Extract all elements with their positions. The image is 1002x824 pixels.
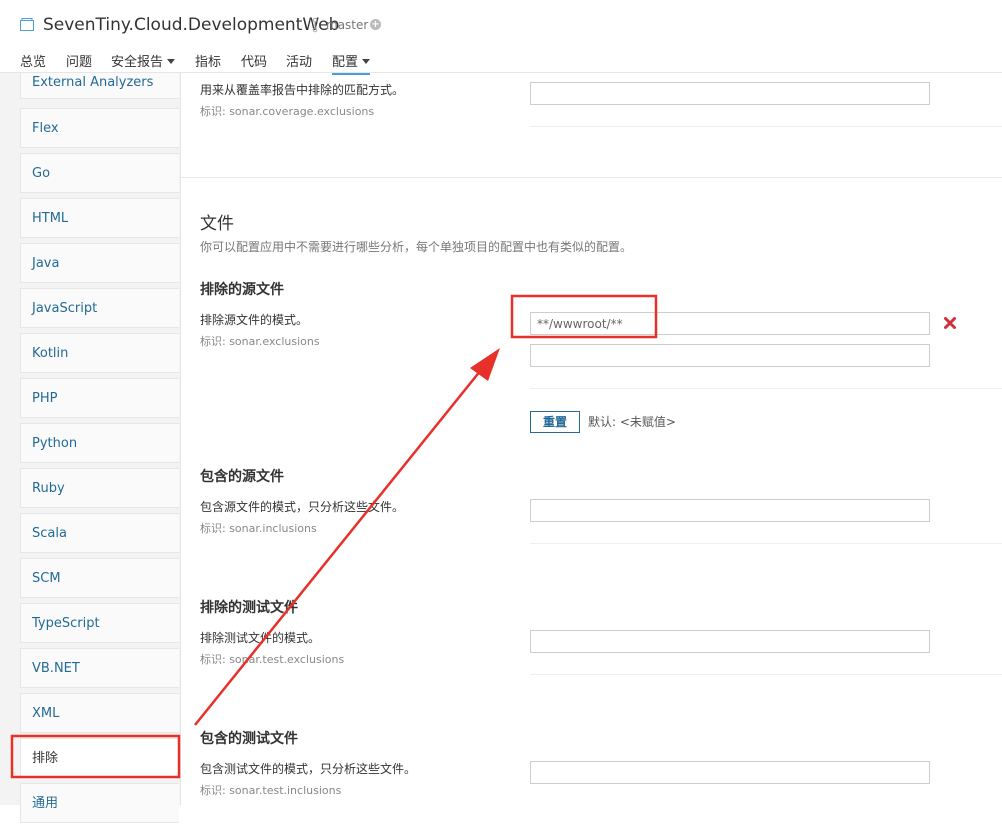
divider	[530, 126, 1002, 127]
sidebar-item-html[interactable]: HTML	[20, 198, 179, 238]
source-exclusions-key: 标识: sonar.exclusions	[200, 335, 320, 348]
test-inclusions-key: 标识: sonar.test.inclusions	[200, 784, 342, 797]
files-section-title: 文件	[200, 214, 234, 234]
coverage-exclusions-key: 标识: sonar.coverage.exclusions	[200, 105, 375, 118]
project-icon	[20, 18, 34, 31]
test-inclusions-input[interactable]	[530, 761, 930, 784]
files-section-description: 你可以配置应用中不需要进行哪些分析，每个单独项目的配置中也有类似的配置。	[200, 240, 633, 254]
sidebar-item-php[interactable]: PHP	[20, 378, 179, 418]
source-exclusions-title: 排除的源文件	[200, 282, 284, 298]
sidebar-item-java[interactable]: Java	[20, 243, 179, 283]
nav-configuration[interactable]: 配置	[332, 51, 371, 75]
source-exclusions-description: 排除源文件的模式。	[200, 313, 309, 327]
source-inclusions-description: 包含源文件的模式，只分析这些文件。	[200, 500, 405, 514]
source-inclusions-title: 包含的源文件	[200, 469, 284, 485]
chevron-down-icon	[362, 59, 371, 64]
source-inclusions-key: 标识: sonar.inclusions	[200, 522, 317, 535]
page-header: SevenTiny.Cloud.DevelopmentWeb master + …	[0, 0, 1002, 75]
reset-button[interactable]: 重置	[530, 411, 580, 433]
settings-main-panel: 用来从覆盖率报告中排除的匹配方式。 标识: sonar.coverage.exc…	[181, 73, 1002, 805]
settings-category-sidebar: External Analyzers Flex Go HTML Java Jav…	[0, 73, 181, 823]
sidebar-item-xml[interactable]: XML	[20, 693, 179, 733]
sidebar-item-kotlin[interactable]: Kotlin	[20, 333, 179, 373]
test-exclusions-description: 排除测试文件的模式。	[200, 631, 321, 645]
sidebar-item-flex[interactable]: Flex	[20, 108, 179, 148]
sidebar-item-ruby[interactable]: Ruby	[20, 468, 179, 508]
nav-measures[interactable]: 指标	[195, 51, 221, 70]
sidebar-item-python[interactable]: Python	[20, 423, 179, 463]
default-value-text: 默认: <未赋值>	[588, 415, 676, 429]
nav-activity[interactable]: 活动	[286, 51, 312, 70]
nav-overview[interactable]: 总览	[20, 51, 46, 70]
source-exclusions-input[interactable]	[530, 312, 930, 335]
branch-name[interactable]: master	[326, 18, 368, 32]
test-exclusions-title: 排除的测试文件	[200, 600, 298, 616]
sidebar-item-scala[interactable]: Scala	[20, 513, 179, 553]
test-exclusions-input[interactable]	[530, 630, 930, 653]
divider	[530, 388, 1002, 389]
divider	[181, 177, 1002, 178]
sidebar-item-exclusions[interactable]: 排除	[20, 738, 179, 778]
sidebar-item-general[interactable]: 通用	[20, 783, 179, 823]
nav-code[interactable]: 代码	[241, 51, 267, 70]
test-inclusions-title: 包含的测试文件	[200, 731, 298, 747]
sidebar-item-scm[interactable]: SCM	[20, 558, 179, 598]
source-exclusions-new-input[interactable]	[530, 344, 930, 367]
source-inclusions-input[interactable]	[530, 499, 930, 522]
sidebar-item-typescript[interactable]: TypeScript	[20, 603, 179, 643]
sidebar-item-go[interactable]: Go	[20, 153, 179, 193]
branch-add-icon[interactable]: +	[370, 19, 381, 30]
test-inclusions-description: 包含测试文件的模式，只分析这些文件。	[200, 762, 417, 776]
divider	[530, 543, 1002, 544]
delete-icon[interactable]	[943, 316, 957, 330]
nav-security-reports[interactable]: 安全报告	[111, 51, 176, 70]
test-exclusions-key: 标识: sonar.test.exclusions	[200, 653, 345, 666]
sidebar-item-external-analyzers[interactable]: External Analyzers	[20, 73, 179, 99]
project-title[interactable]: SevenTiny.Cloud.DevelopmentWeb	[43, 15, 339, 35]
coverage-exclusions-input[interactable]	[530, 82, 930, 105]
branch-icon	[312, 17, 318, 33]
sidebar-item-vbnet[interactable]: VB.NET	[20, 648, 179, 688]
divider	[530, 674, 1002, 675]
nav-issues[interactable]: 问题	[66, 51, 92, 70]
sidebar-item-javascript[interactable]: JavaScript	[20, 288, 179, 328]
chevron-down-icon	[167, 59, 176, 64]
coverage-exclusions-description: 用来从覆盖率报告中排除的匹配方式。	[200, 83, 405, 97]
